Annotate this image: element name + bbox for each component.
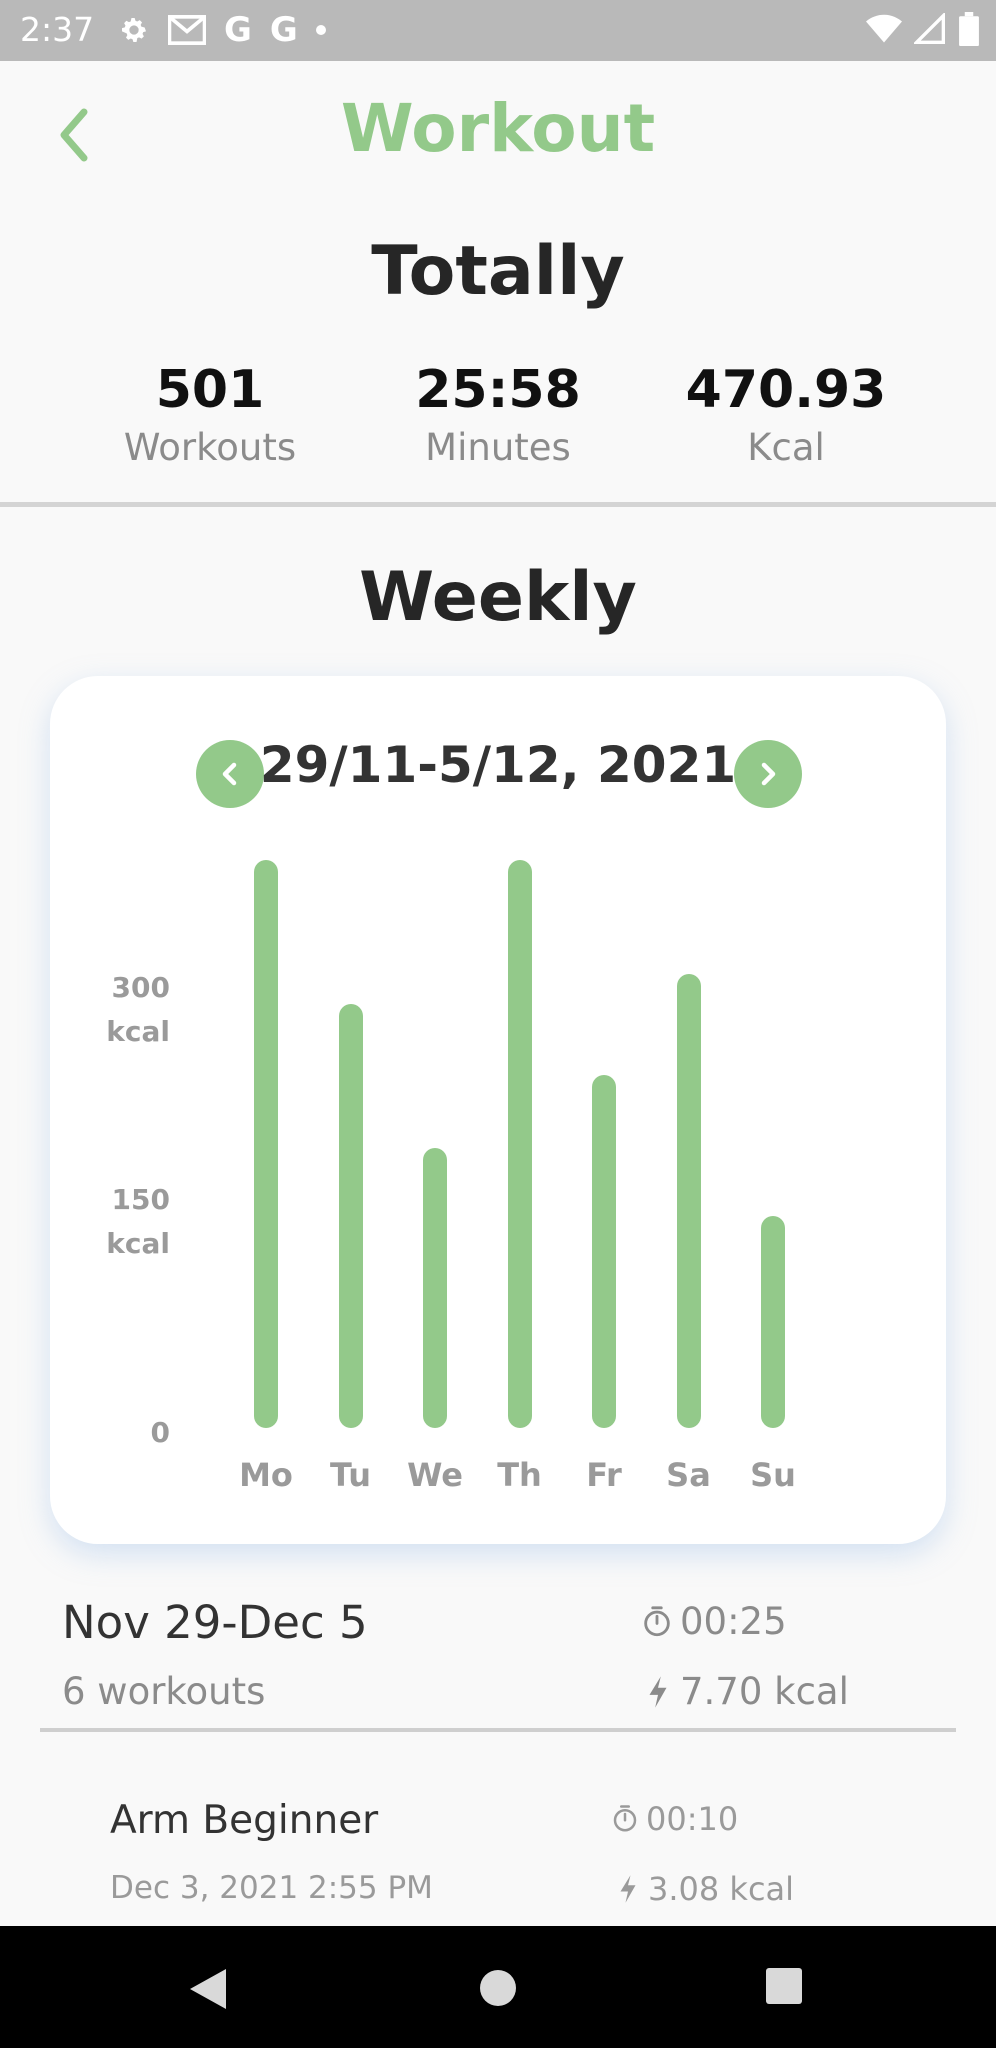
bar-we — [423, 1147, 447, 1428]
totally-heading: Totally — [371, 232, 625, 311]
week-range: 29/11-5/12, 2021 — [259, 736, 737, 794]
workout-time: 00:10 — [610, 1800, 738, 1838]
stat-workouts: 501 Workouts — [80, 356, 340, 469]
signal-icon — [914, 13, 945, 44]
weekly-chart-card: 29/11-5/12, 2021 300 kcal 150 kcal 0 Mo T… — [50, 676, 946, 1544]
page-title: Workout — [340, 90, 656, 167]
y-tick-value: 0 — [150, 1416, 170, 1449]
stat-kcal: 470.93 Kcal — [656, 356, 916, 469]
stopwatch-icon — [644, 1605, 670, 1636]
bar-mo — [254, 860, 278, 1428]
x-tick-label: Sa — [666, 1456, 711, 1494]
back-nav-icon[interactable] — [186, 1966, 230, 2012]
bar-su — [761, 1215, 785, 1428]
workout-kcal-value: 3.08 kcal — [648, 1870, 795, 1908]
home-nav-icon[interactable] — [476, 1966, 520, 2010]
summary-kcal: 7.70 kcal — [646, 1670, 849, 1713]
y-tick-unit: kcal — [106, 1227, 170, 1260]
stat-minutes: 25:58 Minutes — [368, 356, 628, 469]
y-tick-label: 0 — [50, 1411, 170, 1455]
status-bar: 2:37 G G — [0, 0, 996, 61]
x-tick-label: Su — [750, 1456, 796, 1494]
x-tick-label: Mo — [239, 1456, 293, 1494]
wifi-icon — [866, 14, 902, 43]
y-tick-value: 300 — [111, 971, 170, 1004]
y-tick-label: 150 kcal — [50, 1178, 170, 1266]
bar-th — [507, 860, 532, 1428]
divider — [40, 1728, 956, 1732]
stat-value: 470.93 — [685, 360, 887, 420]
workout-name: Arm Beginner — [110, 1798, 379, 1843]
x-tick-label: We — [407, 1456, 463, 1494]
mail-icon — [168, 15, 206, 45]
gear-icon — [122, 18, 146, 42]
stopwatch-icon — [613, 1805, 637, 1832]
google-icon: G — [224, 10, 252, 50]
status-time: 2:37 — [20, 10, 95, 49]
google-icon: G — [269, 10, 298, 50]
summary-range: Nov 29-Dec 5 — [62, 1596, 368, 1649]
stat-value: 501 — [155, 360, 265, 420]
x-tick-label: Th — [497, 1456, 542, 1494]
chevron-right-icon — [761, 762, 776, 786]
stat-label: Workouts — [123, 426, 297, 469]
lightning-icon — [649, 1675, 667, 1708]
summary-time: 00:25 — [640, 1600, 787, 1643]
bar-fr — [592, 1075, 616, 1428]
x-tick-label: Fr — [586, 1456, 622, 1494]
weekly-heading: Weekly — [359, 558, 637, 637]
bar-tu — [338, 1003, 363, 1428]
y-tick-label: 300 kcal — [50, 966, 170, 1054]
summary-time-value: 00:25 — [680, 1600, 787, 1643]
y-tick-value: 150 — [111, 1183, 170, 1216]
y-tick-unit: kcal — [106, 1015, 170, 1048]
system-nav-bar — [0, 1926, 996, 2048]
summary-count: 6 workouts — [62, 1670, 266, 1713]
bar-sa — [676, 973, 701, 1428]
workout-kcal: 3.08 kcal — [618, 1870, 794, 1908]
divider — [0, 502, 996, 507]
stat-label: Kcal — [747, 426, 825, 469]
recents-nav-icon[interactable] — [764, 1966, 804, 2006]
summary-kcal-value: 7.70 kcal — [680, 1670, 849, 1713]
workout-time-value: 00:10 — [646, 1800, 739, 1838]
next-week-button[interactable] — [734, 740, 802, 808]
lightning-icon — [620, 1875, 636, 1903]
stat-value: 25:58 — [415, 360, 581, 420]
x-tick-label: Tu — [329, 1456, 372, 1494]
battery-icon — [959, 12, 979, 46]
stat-label: Minutes — [425, 426, 571, 469]
dot-icon — [315, 25, 326, 35]
workout-date: Dec 3, 2021 2:55 PM — [110, 1870, 433, 1906]
